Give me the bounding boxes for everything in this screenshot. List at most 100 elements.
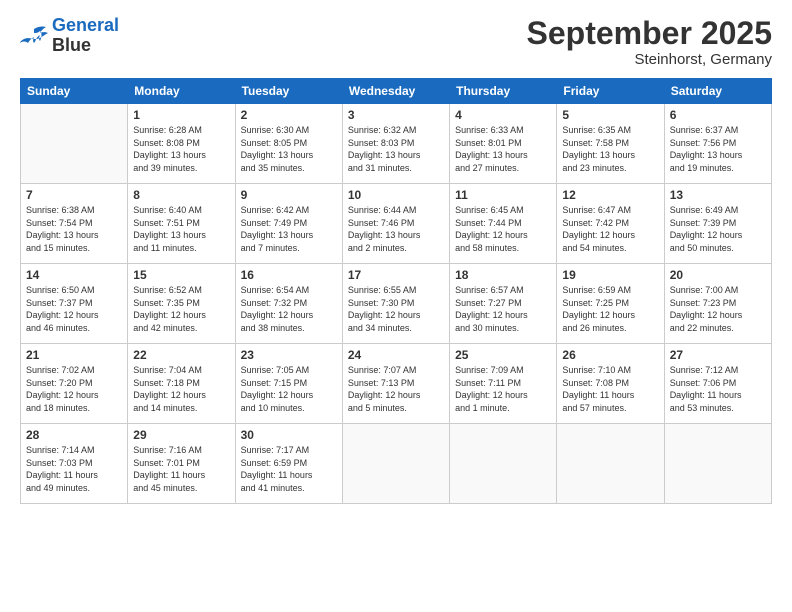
calendar-cell: 25Sunrise: 7:09 AMSunset: 7:11 PMDayligh… <box>450 344 557 424</box>
week-row-3: 14 Sunrise: 6:50 AMSunset: 7:37 PMDayligh… <box>21 264 772 344</box>
day-info: Sunrise: 7:05 AMSunset: 7:15 PMDaylight:… <box>241 364 337 414</box>
day-number: 9 <box>241 188 337 202</box>
day-number: 10 <box>348 188 444 202</box>
day-number: 19 <box>562 268 658 282</box>
calendar-cell: 1Sunrise: 6:28 AMSunset: 8:08 PMDaylight… <box>128 104 235 184</box>
day-info: Sunrise: 6:33 AMSunset: 8:01 PMDaylight:… <box>455 124 551 174</box>
day-info: Sunrise: 6:47 AMSunset: 7:42 PMDaylight:… <box>562 204 658 254</box>
calendar-cell: 5Sunrise: 6:35 AMSunset: 7:58 PMDaylight… <box>557 104 664 184</box>
calendar-cell: 6 Sunrise: 6:37 AMSunset: 7:56 PMDaylight… <box>664 104 771 184</box>
day-number: 8 <box>133 188 229 202</box>
calendar-cell: 19Sunrise: 6:59 AMSunset: 7:25 PMDayligh… <box>557 264 664 344</box>
day-number: 16 <box>241 268 337 282</box>
calendar-cell: 7 Sunrise: 6:38 AMSunset: 7:54 PMDaylight… <box>21 184 128 264</box>
day-number: 2 <box>241 108 337 122</box>
calendar-cell <box>664 424 771 504</box>
calendar-cell: 12 Sunrise: 6:47 AMSunset: 7:42 PMDayligh… <box>557 184 664 264</box>
calendar-cell: 11 Sunrise: 6:45 AMSunset: 7:44 PMDayligh… <box>450 184 557 264</box>
day-number: 26 <box>562 348 658 362</box>
day-info: Sunrise: 7:10 AMSunset: 7:08 PMDaylight:… <box>562 364 658 414</box>
day-info: Sunrise: 6:45 AMSunset: 7:44 PMDaylight:… <box>455 204 551 254</box>
logo-icon <box>20 25 48 47</box>
week-row-2: 7 Sunrise: 6:38 AMSunset: 7:54 PMDaylight… <box>21 184 772 264</box>
calendar-cell: 10Sunrise: 6:44 AMSunset: 7:46 PMDayligh… <box>342 184 449 264</box>
logo: GeneralBlue <box>20 16 119 56</box>
day-number: 30 <box>241 428 337 442</box>
day-info: Sunrise: 6:57 AMSunset: 7:27 PMDaylight:… <box>455 284 551 334</box>
day-info: Sunrise: 7:07 AMSunset: 7:13 PMDaylight:… <box>348 364 444 414</box>
calendar-cell <box>450 424 557 504</box>
calendar-cell: 14 Sunrise: 6:50 AMSunset: 7:37 PMDayligh… <box>21 264 128 344</box>
col-wednesday: Wednesday <box>342 79 449 104</box>
day-number: 27 <box>670 348 766 362</box>
calendar-cell: 22Sunrise: 7:04 AMSunset: 7:18 PMDayligh… <box>128 344 235 424</box>
calendar-cell: 21 Sunrise: 7:02 AMSunset: 7:20 PMDayligh… <box>21 344 128 424</box>
day-number: 20 <box>670 268 766 282</box>
calendar-cell: 29 Sunrise: 7:16 AMSunset: 7:01 PMDayligh… <box>128 424 235 504</box>
calendar: Sunday Monday Tuesday Wednesday Thursday… <box>20 78 772 504</box>
day-info: Sunrise: 7:16 AMSunset: 7:01 PMDaylight:… <box>133 444 229 494</box>
calendar-cell: 13 Sunrise: 6:49 AMSunset: 7:39 PMDayligh… <box>664 184 771 264</box>
day-number: 3 <box>348 108 444 122</box>
day-number: 12 <box>562 188 658 202</box>
day-info: Sunrise: 7:14 AMSunset: 7:03 PMDaylight:… <box>26 444 122 494</box>
logo-text: GeneralBlue <box>52 16 119 56</box>
header: GeneralBlue September 2025 Steinhorst, G… <box>20 16 772 68</box>
calendar-cell <box>21 104 128 184</box>
day-info: Sunrise: 6:42 AMSunset: 7:49 PMDaylight:… <box>241 204 337 254</box>
day-number: 21 <box>26 348 122 362</box>
calendar-cell: 23Sunrise: 7:05 AMSunset: 7:15 PMDayligh… <box>235 344 342 424</box>
day-number: 17 <box>348 268 444 282</box>
calendar-cell: 17 Sunrise: 6:55 AMSunset: 7:30 PMDayligh… <box>342 264 449 344</box>
calendar-cell: 24 Sunrise: 7:07 AMSunset: 7:13 PMDayligh… <box>342 344 449 424</box>
day-info: Sunrise: 6:35 AMSunset: 7:58 PMDaylight:… <box>562 124 658 174</box>
day-info: Sunrise: 6:52 AMSunset: 7:35 PMDaylight:… <box>133 284 229 334</box>
day-info: Sunrise: 7:02 AMSunset: 7:20 PMDaylight:… <box>26 364 122 414</box>
day-info: Sunrise: 6:30 AMSunset: 8:05 PMDaylight:… <box>241 124 337 174</box>
day-info: Sunrise: 7:12 AMSunset: 7:06 PMDaylight:… <box>670 364 766 414</box>
day-info: Sunrise: 6:49 AMSunset: 7:39 PMDaylight:… <box>670 204 766 254</box>
calendar-cell <box>342 424 449 504</box>
page: GeneralBlue September 2025 Steinhorst, G… <box>0 0 792 612</box>
calendar-cell: 20Sunrise: 7:00 AMSunset: 7:23 PMDayligh… <box>664 264 771 344</box>
day-number: 11 <box>455 188 551 202</box>
day-info: Sunrise: 6:54 AMSunset: 7:32 PMDaylight:… <box>241 284 337 334</box>
col-thursday: Thursday <box>450 79 557 104</box>
calendar-cell: 16 Sunrise: 6:54 AMSunset: 7:32 PMDayligh… <box>235 264 342 344</box>
calendar-cell: 18 Sunrise: 6:57 AMSunset: 7:27 PMDayligh… <box>450 264 557 344</box>
col-sunday: Sunday <box>21 79 128 104</box>
week-row-4: 21 Sunrise: 7:02 AMSunset: 7:20 PMDayligh… <box>21 344 772 424</box>
day-info: Sunrise: 6:55 AMSunset: 7:30 PMDaylight:… <box>348 284 444 334</box>
day-info: Sunrise: 7:09 AMSunset: 7:11 PMDaylight:… <box>455 364 551 414</box>
col-tuesday: Tuesday <box>235 79 342 104</box>
title-block: September 2025 Steinhorst, Germany <box>527 16 772 68</box>
day-number: 7 <box>26 188 122 202</box>
day-number: 22 <box>133 348 229 362</box>
calendar-cell: 4Sunrise: 6:33 AMSunset: 8:01 PMDaylight… <box>450 104 557 184</box>
day-number: 29 <box>133 428 229 442</box>
calendar-cell: 8Sunrise: 6:40 AMSunset: 7:51 PMDaylight… <box>128 184 235 264</box>
day-info: Sunrise: 6:32 AMSunset: 8:03 PMDaylight:… <box>348 124 444 174</box>
calendar-cell: 15 Sunrise: 6:52 AMSunset: 7:35 PMDayligh… <box>128 264 235 344</box>
col-monday: Monday <box>128 79 235 104</box>
calendar-header-row: Sunday Monday Tuesday Wednesday Thursday… <box>21 79 772 104</box>
calendar-cell: 26 Sunrise: 7:10 AMSunset: 7:08 PMDayligh… <box>557 344 664 424</box>
col-saturday: Saturday <box>664 79 771 104</box>
week-row-1: 1Sunrise: 6:28 AMSunset: 8:08 PMDaylight… <box>21 104 772 184</box>
day-number: 13 <box>670 188 766 202</box>
day-number: 14 <box>26 268 122 282</box>
month-title: September 2025 <box>527 16 772 51</box>
day-number: 18 <box>455 268 551 282</box>
calendar-cell: 3 Sunrise: 6:32 AMSunset: 8:03 PMDaylight… <box>342 104 449 184</box>
day-info: Sunrise: 6:50 AMSunset: 7:37 PMDaylight:… <box>26 284 122 334</box>
day-number: 15 <box>133 268 229 282</box>
day-info: Sunrise: 6:37 AMSunset: 7:56 PMDaylight:… <box>670 124 766 174</box>
day-number: 1 <box>133 108 229 122</box>
day-info: Sunrise: 7:17 AMSunset: 6:59 PMDaylight:… <box>241 444 337 494</box>
calendar-cell: 30 Sunrise: 7:17 AMSunset: 6:59 PMDayligh… <box>235 424 342 504</box>
day-info: Sunrise: 6:38 AMSunset: 7:54 PMDaylight:… <box>26 204 122 254</box>
day-number: 24 <box>348 348 444 362</box>
week-row-5: 28Sunrise: 7:14 AMSunset: 7:03 PMDayligh… <box>21 424 772 504</box>
calendar-cell: 27 Sunrise: 7:12 AMSunset: 7:06 PMDayligh… <box>664 344 771 424</box>
day-number: 6 <box>670 108 766 122</box>
